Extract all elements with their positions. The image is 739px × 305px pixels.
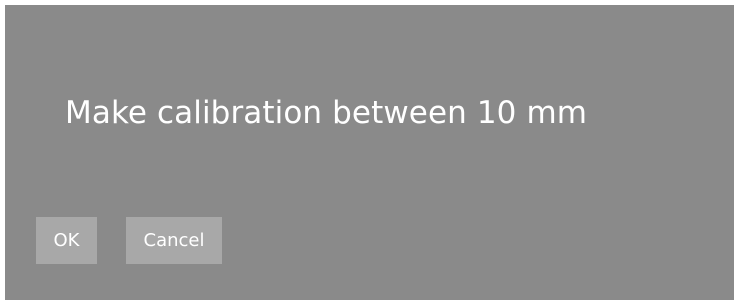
- cancel-button-label: Cancel: [143, 230, 205, 251]
- ok-button-label: OK: [53, 230, 80, 251]
- cancel-button[interactable]: Cancel: [126, 217, 222, 264]
- ok-button[interactable]: OK: [36, 217, 97, 264]
- dialog-message: Make calibration between 10 mm: [65, 95, 588, 131]
- calibration-dialog: Make calibration between 10 mm OK Cancel: [5, 5, 734, 300]
